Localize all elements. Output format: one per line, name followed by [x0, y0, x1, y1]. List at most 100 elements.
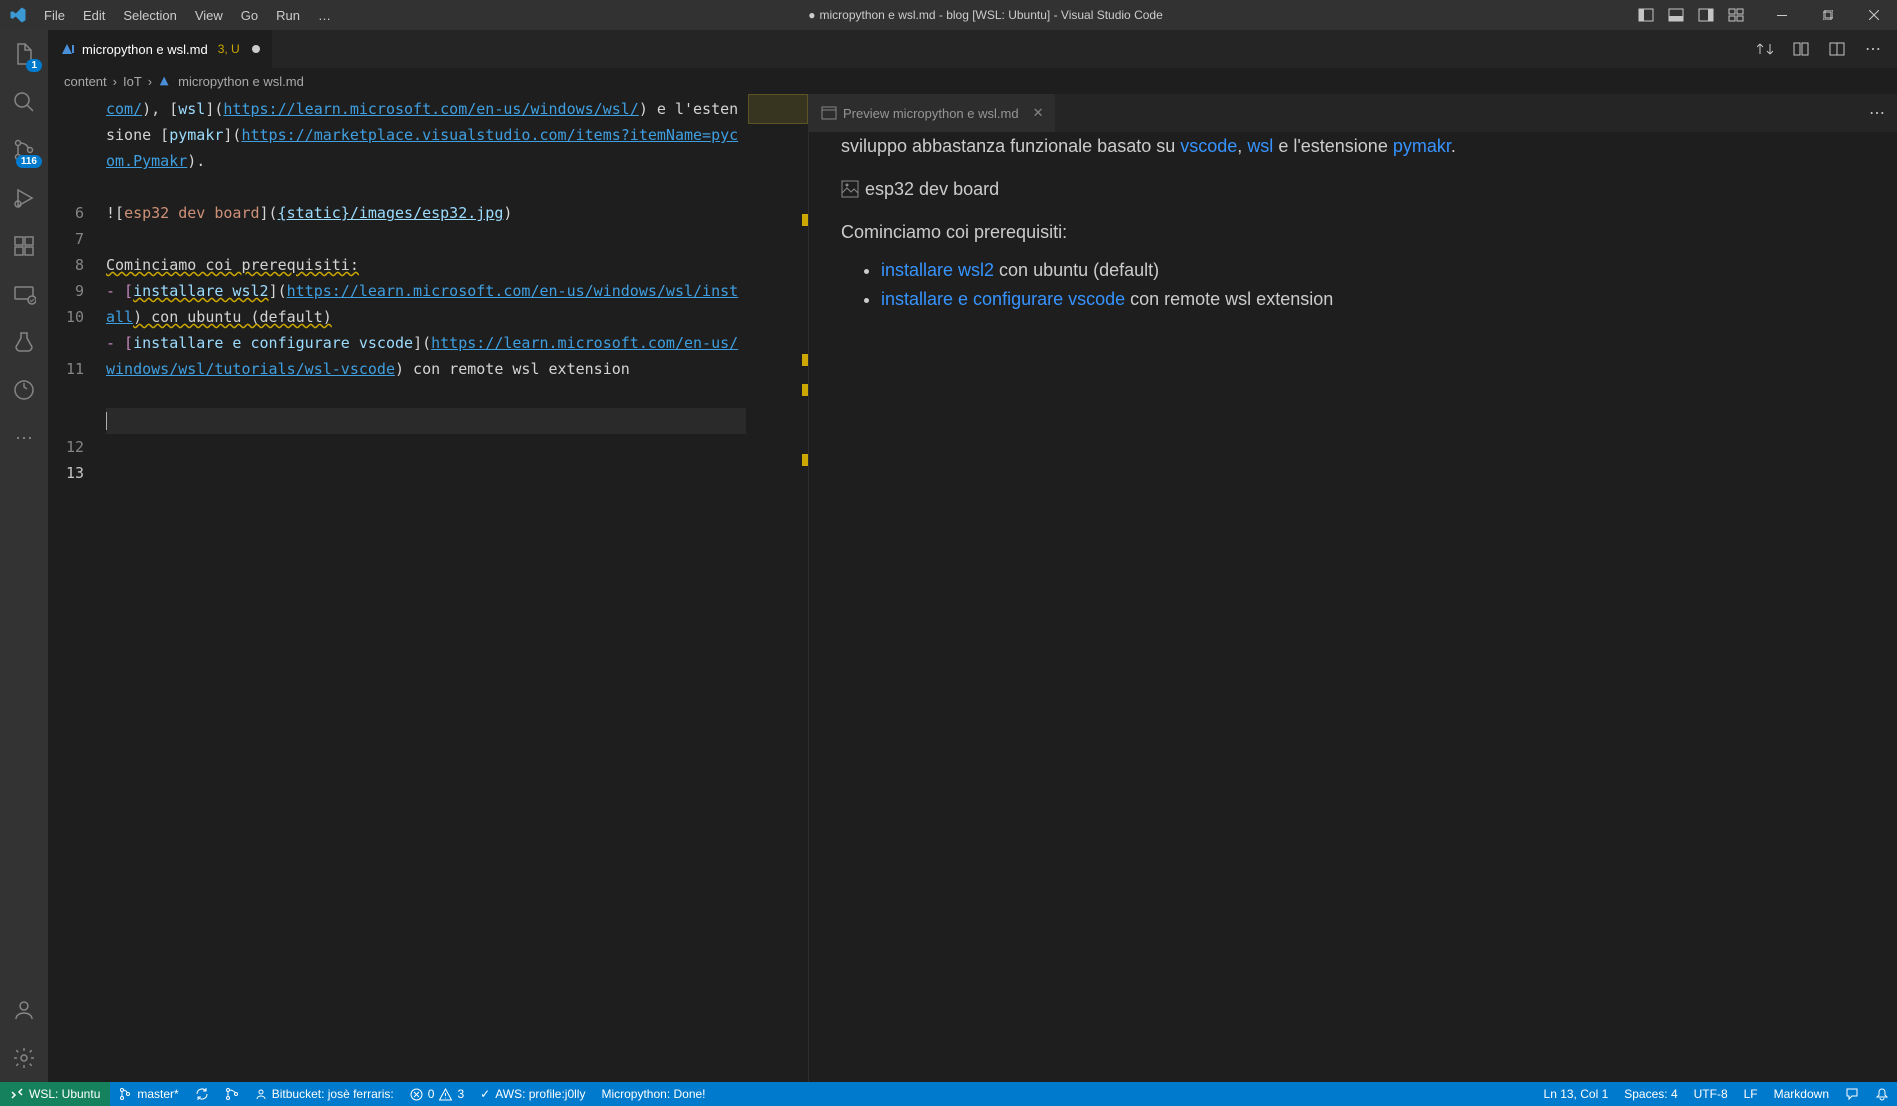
split-editor-icon[interactable] [1823, 35, 1851, 63]
menu-view[interactable]: View [186, 0, 232, 30]
status-aws[interactable]: ✓ AWS: profile:j0lly [472, 1082, 593, 1106]
code-content[interactable]: com/), [wsl](https://learn.microsoft.com… [106, 94, 808, 1082]
customize-layout-icon[interactable] [1721, 7, 1751, 23]
activity-bar: 1 116 ⋯ [0, 30, 48, 1082]
tab-micropython-wsl[interactable]: micropython e wsl.md 3, U [48, 30, 273, 68]
menu-selection[interactable]: Selection [114, 0, 185, 30]
code-line[interactable]: ![esp32 dev board]({static}/images/esp32… [106, 200, 746, 226]
activity-pymakr[interactable] [0, 366, 48, 414]
activity-remote[interactable] [0, 270, 48, 318]
code-line[interactable] [106, 174, 746, 200]
code-line[interactable]: Cominciamo coi prerequisiti: [106, 252, 746, 278]
status-git-graph[interactable] [217, 1082, 247, 1106]
status-sync[interactable] [187, 1082, 217, 1106]
image-alt-text: esp32 dev board [865, 175, 999, 204]
preview-link-wsl[interactable]: wsl [1247, 136, 1273, 156]
tab-dirty-icon [252, 45, 260, 53]
activity-account[interactable] [0, 986, 48, 1034]
list-item: installare wsl2 con ubuntu (default) [881, 256, 1865, 285]
activity-testing[interactable] [0, 318, 48, 366]
window-title-text: micropython e wsl.md - blog [WSL: Ubuntu… [819, 8, 1162, 22]
minimap-viewport[interactable] [748, 94, 808, 124]
line-number [48, 96, 106, 200]
code-line[interactable]: com/), [wsl](https://learn.microsoft.com… [106, 96, 746, 174]
editor-tabs: micropython e wsl.md 3, U ⋯ [48, 30, 1897, 68]
breadcrumb-item[interactable]: micropython e wsl.md [178, 74, 304, 89]
editor-group: micropython e wsl.md 3, U ⋯ content › Io… [48, 30, 1897, 1082]
person-icon [255, 1088, 267, 1100]
menu-file[interactable]: File [35, 0, 74, 30]
preview-link[interactable]: installare wsl2 [881, 260, 994, 280]
activity-explorer[interactable]: 1 [0, 30, 48, 78]
remote-icon [10, 1087, 24, 1101]
line-number: 7 [48, 226, 106, 252]
menu-overflow[interactable]: … [309, 0, 340, 30]
status-eol[interactable]: LF [1736, 1082, 1766, 1106]
code-line[interactable] [106, 226, 746, 252]
tab-preview[interactable]: Preview micropython e wsl.md ✕ [809, 94, 1056, 132]
preview-link-pymakr[interactable]: pymakr [1393, 136, 1451, 156]
toggle-secondary-sidebar-icon[interactable] [1691, 7, 1721, 23]
chevron-right-icon: › [148, 74, 152, 89]
status-language[interactable]: Markdown [1766, 1082, 1837, 1106]
status-indentation[interactable]: Spaces: 4 [1616, 1082, 1685, 1106]
git-graph-icon [225, 1087, 239, 1101]
dirty-indicator-icon: ● [808, 8, 815, 22]
status-cursor-position[interactable]: Ln 13, Col 1 [1536, 1082, 1617, 1106]
open-preview-side-icon[interactable] [1787, 35, 1815, 63]
minimap-warning-mark [802, 384, 808, 396]
preview-paragraph: sviluppo abbastanza funzionale basato su… [841, 132, 1865, 161]
activity-settings[interactable] [0, 1034, 48, 1082]
line-number: 11 [48, 356, 106, 434]
code-line[interactable]: - [installare wsl2](https://learn.micros… [106, 278, 746, 330]
status-remote[interactable]: WSL: Ubuntu [0, 1082, 110, 1106]
markdown-file-icon [158, 74, 172, 88]
code-line-current[interactable] [106, 408, 746, 434]
code-line[interactable] [106, 382, 746, 408]
code-editor[interactable]: 6 7 8 9 10 11 12 13 com/), [wsl](https:/… [48, 94, 808, 1082]
status-notifications-icon[interactable] [1867, 1082, 1897, 1106]
status-encoding[interactable]: UTF-8 [1686, 1082, 1736, 1106]
line-number: 12 [48, 434, 106, 460]
status-micropython[interactable]: Micropython: Done! [593, 1082, 713, 1106]
compare-changes-icon[interactable] [1751, 35, 1779, 63]
preview-link-vscode[interactable]: vscode [1180, 136, 1237, 156]
activity-extensions[interactable] [0, 222, 48, 270]
window-maximize-icon[interactable] [1805, 0, 1851, 30]
toggle-primary-sidebar-icon[interactable] [1631, 7, 1661, 23]
line-number: 13 [48, 460, 106, 486]
menu-edit[interactable]: Edit [74, 0, 114, 30]
status-feedback-icon[interactable] [1837, 1082, 1867, 1106]
breadcrumb[interactable]: content › IoT › micropython e wsl.md [48, 68, 1897, 94]
status-branch[interactable]: master* [110, 1082, 186, 1106]
menu-go[interactable]: Go [232, 0, 267, 30]
close-tab-icon[interactable]: ✕ [1033, 105, 1044, 121]
minimap-warning-mark [802, 214, 808, 226]
toggle-panel-icon[interactable] [1661, 7, 1691, 23]
chevron-right-icon: › [113, 74, 117, 89]
status-problems[interactable]: 0 3 [402, 1082, 472, 1106]
window-close-icon[interactable] [1851, 0, 1897, 30]
breadcrumb-item[interactable]: IoT [123, 74, 142, 89]
editor-more-icon[interactable]: ⋯ [1859, 35, 1887, 63]
activity-scm[interactable]: 116 [0, 126, 48, 174]
menu-run[interactable]: Run [267, 0, 309, 30]
preview-more-icon[interactable]: ⋯ [1869, 103, 1885, 123]
preview-broken-image: esp32 dev board [841, 175, 1865, 204]
preview-link[interactable]: installare e configurare vscode [881, 289, 1125, 309]
window-minimize-icon[interactable] [1759, 0, 1805, 30]
minimap[interactable] [748, 94, 808, 1082]
status-bitbucket[interactable]: Bitbucket: josè ferraris: [247, 1082, 402, 1106]
code-line[interactable]: - [installare e configurare vscode](http… [106, 330, 746, 382]
activity-overflow[interactable]: ⋯ [0, 414, 48, 462]
activity-debug[interactable] [0, 174, 48, 222]
preview-content[interactable]: sviluppo abbastanza funzionale basato su… [809, 132, 1897, 1082]
warning-icon [439, 1088, 452, 1101]
activity-search[interactable] [0, 78, 48, 126]
breadcrumb-item[interactable]: content [64, 74, 107, 89]
line-number-gutter: 6 7 8 9 10 11 12 13 [48, 94, 106, 1082]
markdown-file-icon [60, 41, 76, 57]
layout-controls [1631, 7, 1751, 23]
menubar: File Edit Selection View Go Run … ● micro… [0, 0, 1897, 30]
preview-pane: Preview micropython e wsl.md ✕ ⋯ svilupp… [808, 94, 1897, 1082]
